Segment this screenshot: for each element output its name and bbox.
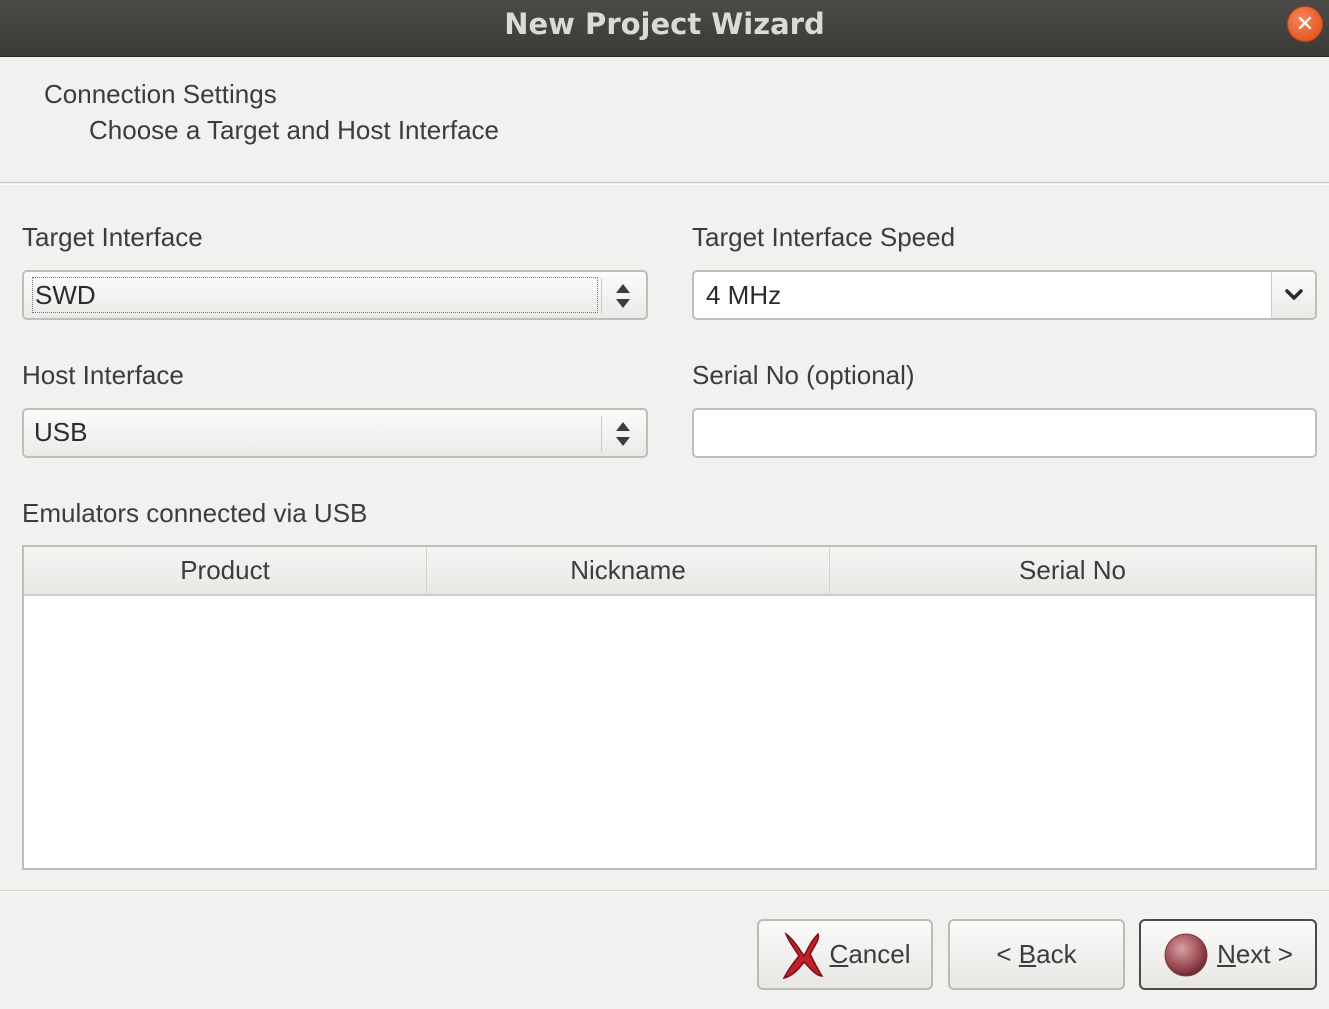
column-header-serial-no[interactable]: Serial No xyxy=(830,547,1315,594)
column-header-nickname[interactable]: Nickname xyxy=(427,547,830,594)
target-interface-speed-combo[interactable]: 4 MHz xyxy=(692,270,1317,320)
close-icon: ✕ xyxy=(1295,11,1315,37)
combo-separator xyxy=(601,416,602,452)
page-subtitle: Choose a Target and Host Interface xyxy=(89,115,499,145)
wizard-header: Connection Settings Choose a Target and … xyxy=(0,57,1329,183)
host-interface-label: Host Interface xyxy=(22,360,184,390)
target-interface-value: SWD xyxy=(32,277,598,313)
red-circle-icon xyxy=(1164,933,1208,976)
emulators-label: Emulators connected via USB xyxy=(22,498,368,528)
cancel-mnemonic: C xyxy=(829,939,849,969)
up-down-arrows-icon xyxy=(616,284,630,308)
back-mnemonic: B xyxy=(1018,939,1037,969)
footer-divider xyxy=(0,890,1329,892)
combo-separator xyxy=(601,278,602,314)
back-prefix: < xyxy=(996,939,1019,969)
column-header-product[interactable]: Product xyxy=(24,547,427,594)
serial-no-label: Serial No (optional) xyxy=(692,360,915,390)
back-label: < Back xyxy=(996,939,1076,970)
next-label: Next > xyxy=(1217,939,1293,970)
red-x-icon xyxy=(782,931,823,979)
cancel-label-rest: ancel xyxy=(848,939,911,969)
table-header: Product Nickname Serial No xyxy=(24,547,1315,596)
up-down-arrows-icon xyxy=(616,422,630,446)
target-interface-label: Target Interface xyxy=(22,222,203,252)
cancel-button[interactable]: Cancel xyxy=(757,919,933,990)
next-button[interactable]: Next > xyxy=(1139,919,1317,990)
title-bar: New Project Wizard ✕ xyxy=(0,0,1329,57)
back-button[interactable]: < Back xyxy=(948,919,1125,990)
host-interface-select[interactable]: USB xyxy=(22,408,648,458)
target-interface-select[interactable]: SWD xyxy=(22,270,648,320)
chevron-down-icon xyxy=(1284,289,1303,300)
target-interface-speed-label: Target Interface Speed xyxy=(692,222,956,252)
next-label-rest: ext > xyxy=(1235,939,1293,969)
window-title: New Project Wizard xyxy=(504,7,825,41)
header-divider xyxy=(0,184,1329,185)
close-button[interactable]: ✕ xyxy=(1287,6,1323,42)
page-title: Connection Settings xyxy=(44,79,277,109)
back-label-rest: ack xyxy=(1036,939,1077,969)
cancel-label: Cancel xyxy=(830,939,911,970)
emulators-table[interactable]: Product Nickname Serial No xyxy=(22,545,1317,870)
speed-dropdown-button[interactable] xyxy=(1271,272,1315,318)
serial-no-input[interactable] xyxy=(692,408,1317,458)
target-interface-speed-value[interactable]: 4 MHz xyxy=(706,277,781,313)
next-mnemonic: N xyxy=(1217,939,1236,969)
host-interface-value: USB xyxy=(34,417,88,447)
